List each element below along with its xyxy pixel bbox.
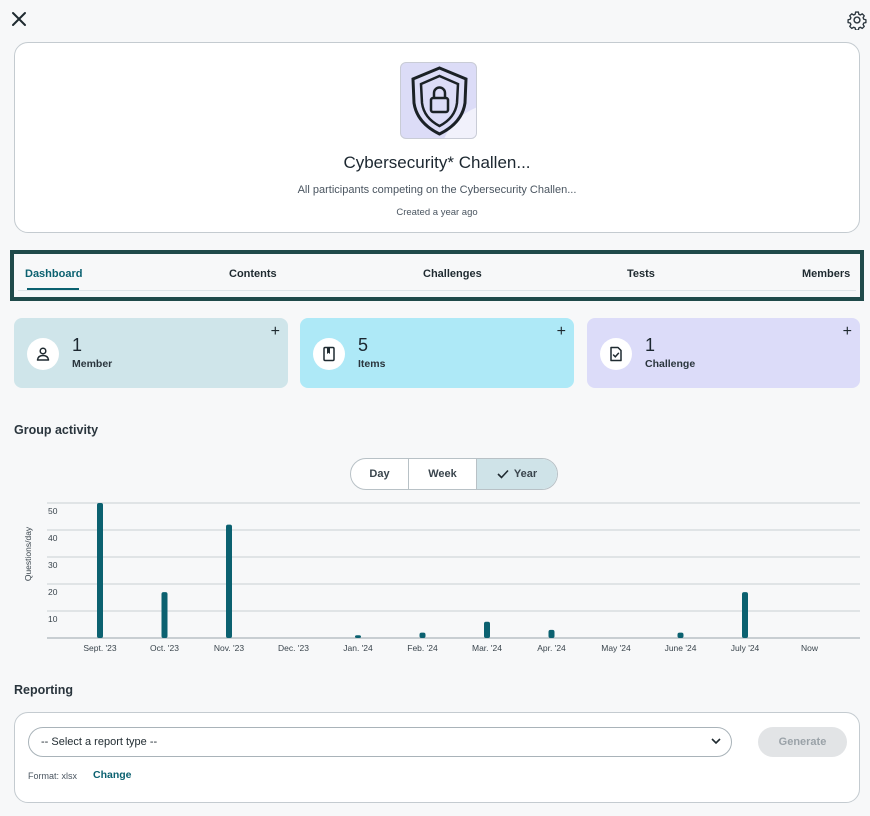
document-check-icon	[610, 346, 622, 362]
book-icon	[323, 346, 335, 362]
group-created-date: Created a year ago	[396, 207, 478, 218]
challenges-stat-card[interactable]: 1 Challenge +	[587, 318, 860, 388]
group-description: All participants competing on the Cybers…	[297, 184, 577, 196]
x-tick-label: Feb. '24	[407, 643, 438, 653]
tab-bar: Dashboard Contents Challenges Tests Memb…	[10, 250, 864, 301]
tab-tests[interactable]: Tests	[627, 268, 655, 280]
bar	[226, 524, 232, 638]
y-axis-title: Questions/day	[23, 526, 33, 581]
period-year-button[interactable]: Year	[477, 459, 557, 489]
generate-button[interactable]: Generate	[758, 727, 847, 757]
add-item-button[interactable]: +	[557, 323, 566, 341]
group-header-card: Cybersecurity* Challen... All participan…	[14, 42, 860, 233]
challenges-label: Challenge	[645, 358, 696, 370]
period-day-button[interactable]: Day	[351, 459, 409, 489]
reporting-card: -- Select a report type -- Generate Form…	[14, 712, 860, 803]
add-member-button[interactable]: +	[271, 323, 280, 341]
chevron-down-icon	[711, 738, 721, 745]
bar	[484, 621, 490, 638]
x-tick-label: May '24	[601, 643, 631, 653]
items-label: Items	[358, 358, 386, 370]
y-tick-label: 40	[48, 533, 58, 543]
tab-challenges[interactable]: Challenges	[423, 268, 482, 280]
y-tick-label: 20	[48, 587, 58, 597]
bar	[419, 632, 426, 638]
items-stat-card[interactable]: 5 Items +	[300, 318, 574, 388]
group-activity-title: Group activity	[14, 423, 99, 437]
active-tab-indicator	[27, 288, 79, 290]
items-count: 5	[358, 335, 369, 355]
x-tick-label: Apr. '24	[537, 643, 566, 653]
change-format-link[interactable]: Change	[93, 769, 132, 781]
bar	[548, 629, 555, 638]
checkmark-icon	[497, 469, 509, 479]
y-tick-label: 30	[48, 560, 58, 570]
bar	[742, 592, 748, 638]
format-label: Format: xlsx	[28, 771, 78, 781]
period-week-button[interactable]: Week	[409, 459, 477, 489]
tab-dashboard[interactable]: Dashboard	[25, 268, 82, 280]
group-activity-chart: 10 20 30 40 50 Questions/day Sept. '23 Oct. '23…	[23, 502, 860, 653]
x-tick-label: Jan. '24	[343, 643, 373, 653]
group-logo	[400, 62, 477, 139]
reporting-title: Reporting	[14, 683, 74, 697]
bar	[355, 635, 361, 638]
x-tick-label: Oct. '23	[150, 643, 179, 653]
x-tick-label: June '24	[665, 643, 697, 653]
members-label: Member	[72, 358, 113, 370]
group-title: Cybersecurity* Challen...	[343, 153, 531, 172]
report-type-select[interactable]: -- Select a report type --	[28, 727, 732, 757]
period-toggle: Day Week Year	[350, 458, 558, 490]
gear-icon[interactable]	[847, 10, 867, 30]
x-tick-label: Sept. '23	[83, 643, 117, 653]
y-tick-label: 50	[48, 506, 58, 516]
x-tick-label: Now	[801, 643, 819, 653]
y-tick-label: 10	[48, 614, 58, 624]
x-tick-label: Dec. '23	[278, 643, 309, 653]
close-icon[interactable]	[10, 10, 28, 28]
report-type-placeholder: -- Select a report type --	[41, 736, 158, 748]
challenges-count: 1	[645, 335, 656, 355]
tab-contents[interactable]: Contents	[229, 268, 277, 280]
person-icon	[36, 347, 50, 361]
members-stat-card[interactable]: 1 Member +	[14, 318, 288, 388]
bar	[97, 503, 103, 638]
bar	[161, 592, 168, 638]
bar	[677, 632, 684, 638]
add-challenge-button[interactable]: +	[843, 323, 852, 341]
members-count: 1	[72, 335, 83, 355]
tab-members[interactable]: Members	[802, 268, 850, 280]
shield-lock-icon	[411, 66, 468, 136]
x-tick-label: Nov. '23	[214, 643, 245, 653]
x-tick-label: Mar. '24	[472, 643, 502, 653]
x-tick-label: July '24	[731, 643, 760, 653]
